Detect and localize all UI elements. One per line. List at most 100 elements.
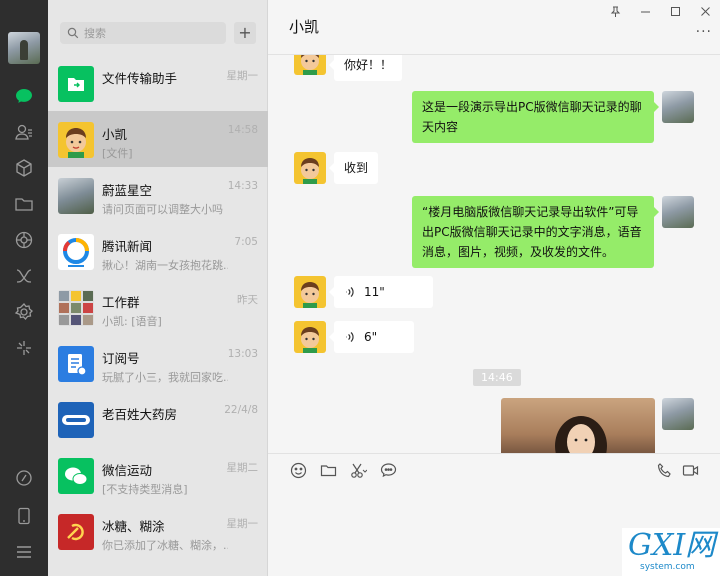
chat-name: 老百姓大药房	[102, 407, 178, 422]
voice-call-icon[interactable]	[654, 460, 674, 480]
chat-name: 订阅号	[102, 351, 140, 366]
conversation-pane: 小凯 ··· 你好！！ 这是一段演示导出PC版微信聊天记录的聊天内容 收到 “楼…	[268, 0, 720, 576]
file-transfer-avatar	[58, 66, 94, 102]
chat-item-pharmacy[interactable]: 老百姓大药房 22/4/8	[48, 391, 268, 447]
contacts-icon[interactable]	[12, 120, 36, 144]
chat-name: 文件传输助手	[102, 71, 178, 86]
conversation-title: 小凯	[289, 18, 320, 36]
chat-time: 7:05	[234, 236, 258, 248]
sender-avatar[interactable]	[294, 55, 326, 75]
chat-time: 星期一	[226, 70, 259, 82]
subscriptions-avatar	[58, 346, 94, 382]
chat-preview: 揪心！湖南一女孩抱花跳...	[102, 259, 228, 272]
chat-name: 工作群	[102, 295, 140, 310]
phone-icon[interactable]	[12, 466, 36, 490]
message-bubble[interactable]: 这是一段演示导出PC版微信聊天记录的聊天内容	[412, 91, 659, 143]
chat-item-subscriptions[interactable]: 订阅号 玩腻了小三，我就回家吃... 13:03	[48, 335, 268, 391]
maximize-icon[interactable]	[660, 0, 690, 22]
pharmacy-avatar	[58, 402, 94, 438]
work-group-avatar	[58, 290, 94, 326]
conversation-list-pane: + 文件传输助手 星期一 小凯 [文件] 14:58 蔚蓝星空 请问页面可以调整…	[48, 0, 268, 576]
chat-item-wechat-sports[interactable]: 微信运动 [不支持类型消息] 星期二	[48, 447, 268, 503]
search-input[interactable]	[84, 22, 220, 44]
message-bubble[interactable]: “楼月电脑版微信聊天记录导出软件”可导出PC版微信聊天记录中的文字消息，语音消息…	[412, 196, 659, 268]
video-call-icon[interactable]	[680, 460, 700, 480]
composer-toolbar	[288, 460, 398, 480]
chat-preview: 你已添加了冰糖、糊涂，...	[102, 539, 228, 552]
more-options-button[interactable]: ···	[696, 24, 712, 40]
voice-duration: 6"	[364, 330, 378, 344]
chat-preview: 请问页面可以调整大小吗	[102, 203, 223, 216]
sender-avatar[interactable]	[294, 276, 326, 308]
chat-preview: 玩腻了小三，我就回家吃...	[102, 371, 228, 384]
chat-preview: 小凯: [语音]	[102, 315, 162, 328]
chat-time: 14:33	[227, 180, 258, 192]
chat-time: 14:58	[227, 124, 258, 136]
message-bubble[interactable]: 你好！！	[328, 55, 403, 81]
conversation-header: 小凯 ···	[268, 0, 720, 55]
watermark-domain: system.com	[640, 562, 695, 572]
call-toolbar	[654, 460, 700, 480]
voice-wave-icon	[346, 287, 354, 297]
image-message[interactable]	[501, 398, 655, 453]
my-message-avatar[interactable]	[662, 196, 694, 228]
sender-avatar[interactable]	[294, 152, 326, 184]
window-controls	[600, 0, 720, 22]
chat-icon[interactable]	[12, 84, 36, 108]
watermark-logo: GXI网	[628, 528, 716, 563]
chat-item-work-group[interactable]: 工作群 小凯: [语音] 昨天	[48, 279, 268, 335]
message-list: 你好！！ 这是一段演示导出PC版微信聊天记录的聊天内容 收到 “楼月电脑版微信聊…	[268, 55, 720, 453]
moments-icon[interactable]	[12, 228, 36, 252]
folder-icon[interactable]	[12, 192, 36, 216]
chat-time: 22/4/8	[224, 404, 258, 416]
chat-list: 文件传输助手 星期一 小凯 [文件] 14:58 蔚蓝星空 请问页面可以调整大小…	[48, 55, 268, 559]
chat-name: 蔚蓝星空	[102, 183, 153, 198]
minimize-icon[interactable]	[630, 0, 660, 22]
add-button[interactable]: +	[234, 22, 256, 44]
xiaokai-avatar	[58, 122, 94, 158]
mini-program-icon[interactable]	[12, 264, 36, 288]
chat-time: 昨天	[237, 294, 258, 306]
wechat-sports-avatar	[58, 458, 94, 494]
message-bubble[interactable]: 收到	[328, 152, 379, 184]
my-avatar[interactable]	[8, 32, 40, 64]
chat-bubble-icon[interactable]	[378, 460, 398, 480]
voice-message[interactable]: 11"	[329, 276, 433, 308]
bingtang-avatar	[58, 514, 94, 550]
weilan-avatar	[58, 178, 94, 214]
scissors-icon[interactable]	[348, 460, 368, 480]
chat-preview: [文件]	[102, 147, 133, 160]
close-icon[interactable]	[690, 0, 720, 22]
menu-icon[interactable]	[12, 540, 36, 564]
chat-item-bingtang[interactable]: 冰糖、糊涂 你已添加了冰糖、糊涂，... 星期一	[48, 503, 268, 559]
chat-name: 腾讯新闻	[102, 239, 153, 254]
pin-icon[interactable]	[600, 0, 630, 22]
chat-name: 小凯	[102, 127, 128, 142]
chat-item-tencent-news[interactable]: 腾讯新闻 揪心！湖南一女孩抱花跳... 7:05	[48, 223, 268, 279]
site-watermark: GXI网 system.com	[622, 528, 720, 576]
chat-name: 冰糖、糊涂	[102, 519, 165, 534]
chat-item-weilan[interactable]: 蔚蓝星空 请问页面可以调整大小吗 14:33	[48, 167, 268, 223]
time-stamp: 14:46	[473, 369, 521, 386]
chat-item-file-transfer[interactable]: 文件传输助手 星期一	[48, 55, 268, 111]
folder-icon[interactable]	[318, 460, 338, 480]
favorites-icon[interactable]	[12, 156, 36, 180]
chat-preview: [不支持类型消息]	[102, 483, 188, 496]
my-message-avatar[interactable]	[662, 91, 694, 123]
search-icon	[67, 27, 79, 39]
my-message-avatar[interactable]	[662, 398, 694, 430]
chat-time: 星期一	[226, 518, 259, 530]
chat-time: 星期二	[226, 462, 259, 474]
search-box[interactable]	[60, 22, 226, 44]
nav-rail	[0, 0, 48, 576]
search-discover-icon[interactable]	[12, 336, 36, 360]
emoji-icon[interactable]	[288, 460, 308, 480]
chat-name: 微信运动	[102, 463, 153, 478]
mobile-icon[interactable]	[12, 504, 36, 528]
voice-message[interactable]: 6"	[329, 321, 414, 353]
chat-item-xiaokai[interactable]: 小凯 [文件] 14:58	[48, 111, 268, 167]
voice-duration: 11"	[364, 285, 385, 299]
voice-wave-icon	[346, 332, 354, 342]
sender-avatar[interactable]	[294, 321, 326, 353]
settings-gear-icon[interactable]	[12, 300, 36, 324]
